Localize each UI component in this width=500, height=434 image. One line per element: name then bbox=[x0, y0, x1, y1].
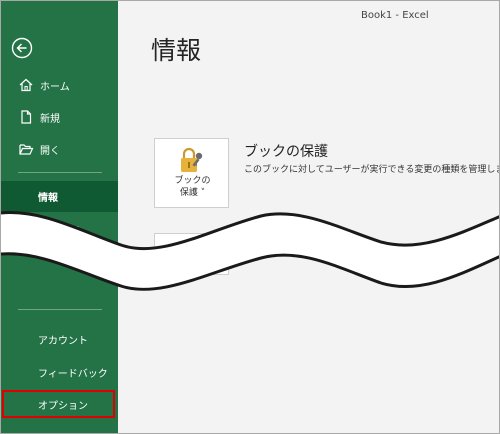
back-arrow-icon[interactable] bbox=[11, 37, 33, 59]
sidebar-item-open[interactable]: 開く bbox=[1, 134, 118, 164]
inspect-section-title: 検査 bbox=[286, 237, 314, 253]
protect-workbook-label: ブックの 保護 ˅ bbox=[155, 175, 230, 199]
backstage-sidebar: ホーム 新規 開く 情報 き保存 アカウント フィードバック オプション bbox=[1, 1, 118, 433]
browser-view-options-label: ラウザーの 表示オプション bbox=[155, 244, 230, 268]
sidebar-item-info[interactable]: 情報 bbox=[1, 181, 118, 212]
protect-label-line-1: ブックの bbox=[174, 176, 211, 186]
sidebar-item-label: 開く bbox=[40, 145, 60, 157]
excel-backstage-window: Book1 - Excel ホーム 新規 開く 情報 き保存 アカウント フィー… bbox=[0, 0, 500, 434]
sidebar-divider bbox=[18, 172, 102, 173]
sidebar-item-label: 新規 bbox=[40, 113, 60, 125]
protect-section-title: ブックの保護 bbox=[244, 144, 328, 160]
sidebar-item-new[interactable]: 新規 bbox=[1, 102, 118, 132]
sidebar-item-label: アカウント bbox=[38, 335, 88, 347]
new-file-icon bbox=[21, 110, 32, 124]
protect-section-description: このブックに対してユーザーが実行できる変更の種類を管理します。 bbox=[244, 165, 500, 175]
window-title: Book1 - Excel bbox=[361, 10, 429, 21]
home-icon bbox=[19, 78, 33, 92]
sidebar-item-label: き保存 bbox=[49, 225, 79, 237]
sidebar-item-label: 情報 bbox=[38, 193, 58, 204]
protect-label-line-2: 保護 ˅ bbox=[179, 188, 206, 198]
lock-key-icon bbox=[181, 147, 203, 172]
browser-label-line-1: ラウザーの bbox=[169, 245, 215, 255]
sidebar-item-save-as[interactable]: き保存 bbox=[1, 214, 118, 244]
options-highlight-box bbox=[2, 390, 115, 418]
sidebar-item-label: フィードバック bbox=[38, 368, 108, 380]
browser-view-options-button[interactable]: ラウザーの 表示オプション bbox=[154, 233, 229, 275]
sidebar-item-account[interactable]: アカウント bbox=[1, 324, 118, 354]
protect-workbook-button[interactable]: ブックの 保護 ˅ bbox=[154, 138, 229, 208]
sidebar-item-feedback[interactable]: フィードバック bbox=[1, 357, 118, 387]
sidebar-divider bbox=[18, 309, 102, 310]
page-title: 情報 bbox=[151, 36, 202, 65]
open-folder-icon bbox=[19, 144, 34, 155]
sidebar-item-home[interactable]: ホーム bbox=[1, 70, 118, 100]
sidebar-item-label: ホーム bbox=[40, 81, 70, 93]
browser-label-line-2: 表示オプション bbox=[160, 257, 224, 267]
